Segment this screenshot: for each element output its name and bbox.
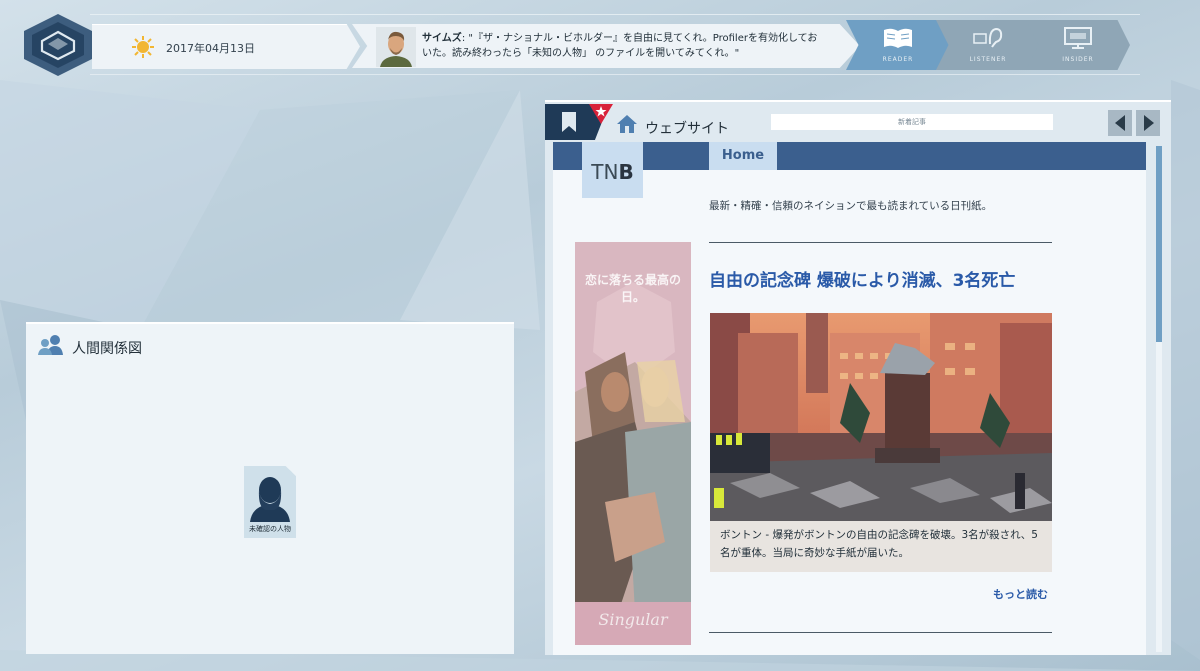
message-text: サイムズ: "『ザ・ナショナル・ビホルダー』を自由に見てくれ。Profilerを… (422, 31, 822, 61)
ear-icon (973, 27, 1003, 48)
web-page: Home TNB 最新・精確・信頼のネイションで最も読まれている日刊紙。 自由の… (553, 142, 1146, 655)
tab-reader[interactable]: READER (846, 20, 950, 70)
sims-avatar (376, 27, 416, 67)
message-body: : "『ザ・ナショナル・ビホルダー』を自由に見てくれ。Profilerを有効化し… (422, 33, 818, 59)
app-logo-icon (24, 14, 92, 76)
arrow-right-icon (1144, 115, 1154, 131)
sunny-weather-icon (132, 36, 154, 58)
message-bar[interactable]: サイムズ: "『ザ・ナショナル・ビホルダー』を自由に見てくれ。Profilerを… (352, 24, 860, 68)
people-icon (38, 335, 63, 355)
relationship-panel: 人間関係図 未確認の人物 (26, 322, 514, 654)
site-tagline: 最新・精確・信頼のネイションで最も読まれている日刊紙。 (709, 200, 993, 212)
article-image (710, 313, 1052, 521)
top-divider-lower (90, 74, 1140, 75)
tab-reader-label: READER (882, 56, 914, 63)
site-nav-home[interactable]: Home (709, 142, 777, 170)
back-button[interactable] (1108, 110, 1132, 136)
scrollbar[interactable] (1156, 146, 1162, 652)
site-logo[interactable]: TNB (582, 142, 643, 198)
date-bar: 2017年04月13日 (92, 24, 360, 69)
person-silhouette-icon (248, 470, 292, 522)
arrow-left-icon (1115, 115, 1125, 131)
divider-bottom (709, 632, 1052, 633)
home-icon[interactable] (617, 114, 637, 134)
unknown-person-card[interactable]: 未確認の人物 (244, 466, 296, 538)
unknown-person-label: 未確認の人物 (249, 525, 291, 533)
monitor-icon (1064, 27, 1092, 49)
browser-title: ウェブサイト (645, 121, 729, 137)
browser-panel: ウェブサイト 新着記事 Home TNB 最新・精確・信頼のネイションで最も読ま… (545, 100, 1171, 655)
tab-insider-label: INSIDER (1062, 56, 1094, 63)
site-logo-bold: B (618, 160, 634, 184)
forward-button[interactable] (1136, 110, 1160, 136)
mode-tabs: READER LISTENER INSIDER (846, 20, 1136, 72)
bookmark-icon (562, 112, 576, 132)
article-headline[interactable]: 自由の記念碑 爆破により消滅、3名死亡 (709, 266, 1015, 291)
star-badge-icon (589, 104, 613, 124)
divider (709, 242, 1052, 243)
ad-headline: 恋に落ちる最高の日。 (584, 273, 681, 304)
message-speaker: サイムズ (422, 33, 462, 44)
address-bar[interactable]: 新着記事 (771, 114, 1053, 130)
advertisement-banner[interactable]: 恋に落ちる最高の日。 Singular (575, 242, 691, 645)
relationship-title: 人間関係図 (72, 341, 142, 357)
tab-listener-label: LISTENER (969, 56, 1007, 63)
article-caption: ボントン - 爆発がボントンの自由の記念碑を破壊。3名が殺され、5名が重体。当局… (710, 521, 1052, 572)
site-logo-light: TN (591, 160, 619, 184)
tab-insider[interactable]: INSIDER (1026, 20, 1130, 70)
scrollbar-thumb[interactable] (1156, 146, 1162, 342)
read-more-link[interactable]: もっと読む (993, 586, 1048, 602)
top-divider (90, 14, 1140, 15)
tab-listener[interactable]: LISTENER (936, 20, 1040, 70)
ad-brand: Singular (598, 610, 668, 629)
book-icon (884, 28, 912, 48)
current-date: 2017年04月13日 (166, 42, 255, 55)
